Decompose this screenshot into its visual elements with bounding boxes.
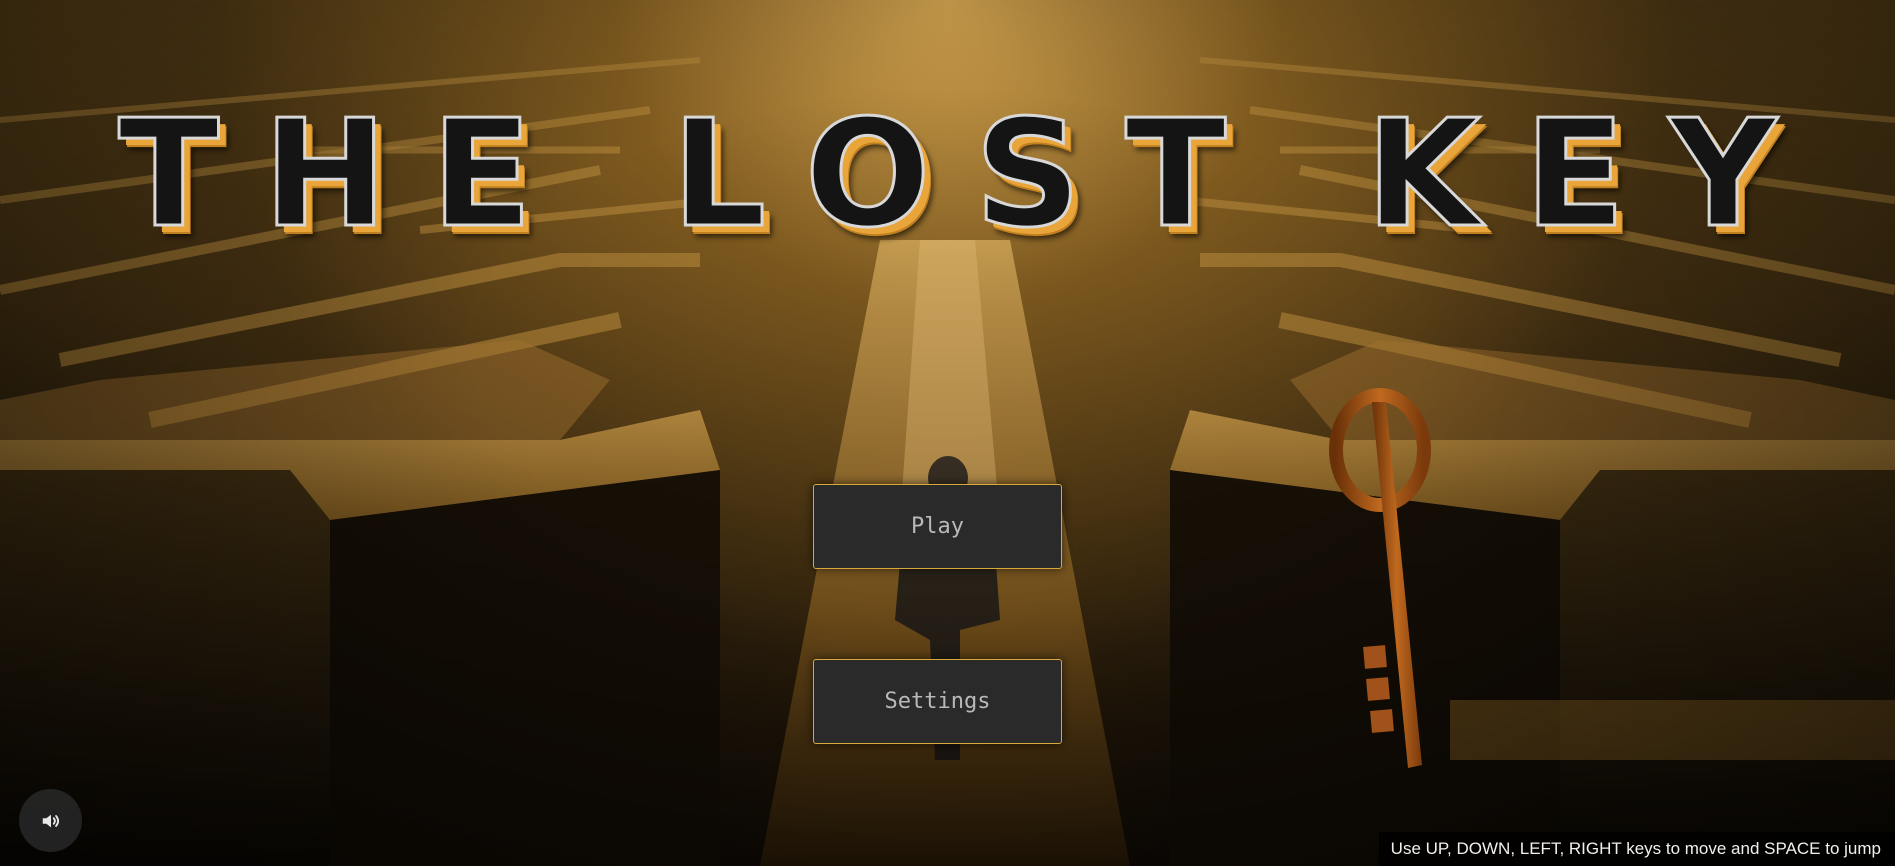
settings-button[interactable]: Settings (813, 659, 1062, 744)
speaker-volume-icon (42, 814, 59, 827)
play-button[interactable]: Play (813, 484, 1062, 569)
game-start-screen: THE LOST KEY Play Settings Use UP, DOWN,… (0, 0, 1895, 866)
play-button-label: Play (911, 514, 964, 539)
settings-button-label: Settings (884, 689, 991, 714)
sound-toggle-button[interactable] (19, 789, 82, 852)
key-icon (1329, 388, 1431, 768)
controls-instructions: Use UP, DOWN, LEFT, RIGHT keys to move a… (1378, 832, 1895, 866)
game-title: THE LOST KEY (117, 88, 1821, 260)
